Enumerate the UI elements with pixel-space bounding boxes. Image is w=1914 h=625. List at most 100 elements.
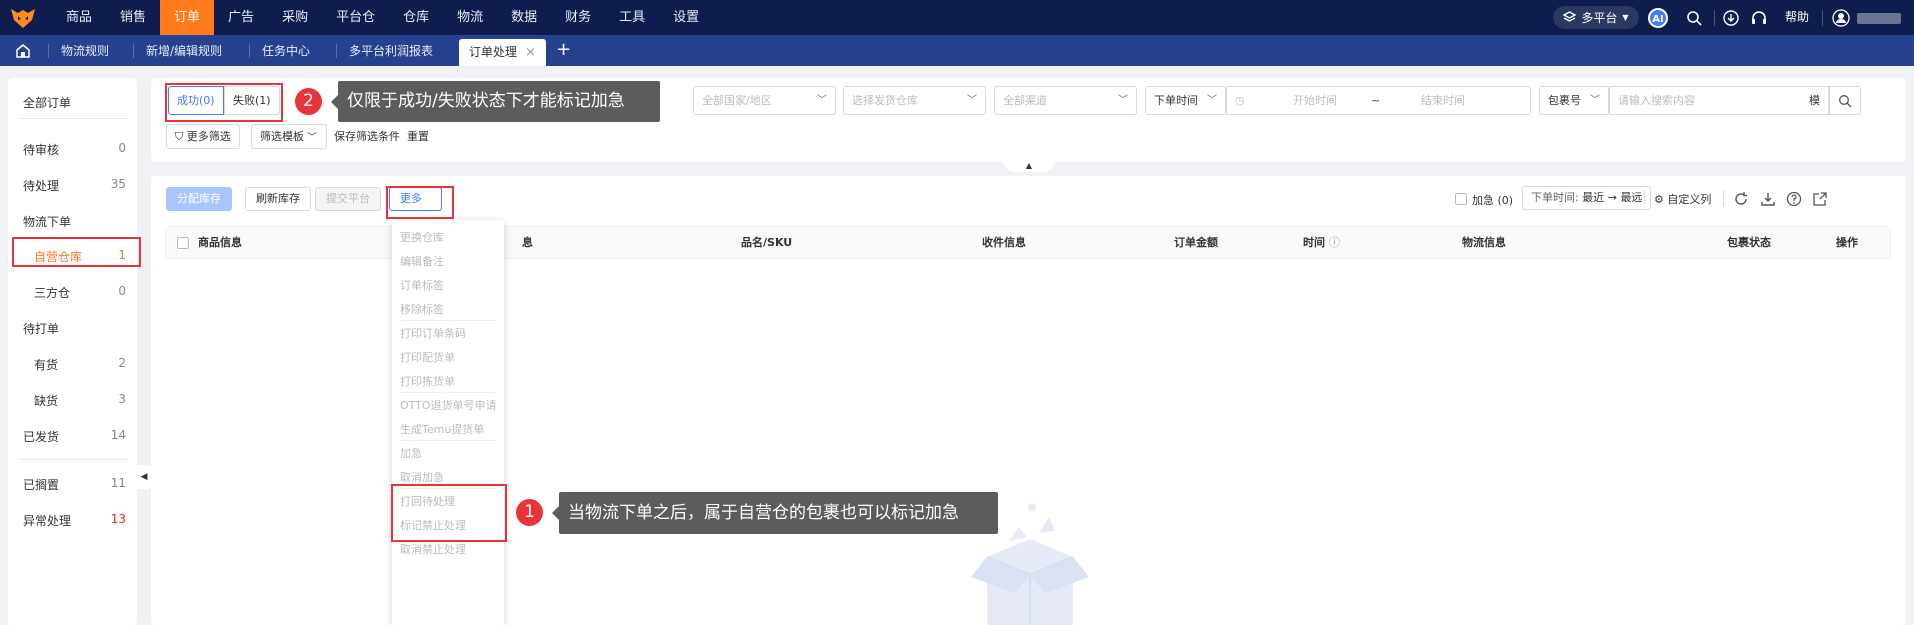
sidebar-item-out-of-stock[interactable]: 缺货 3 — [34, 392, 126, 409]
ai-icon[interactable]: AI — [1648, 8, 1668, 28]
headset-icon[interactable] — [1750, 9, 1768, 27]
nav-item-orders[interactable]: 订单 — [160, 0, 215, 35]
col-time-label: 时间 — [1303, 236, 1325, 249]
urgent-checkbox[interactable] — [1455, 193, 1467, 205]
sidebar-item-label: 异常处理 — [23, 514, 72, 528]
download-icon[interactable] — [1722, 9, 1740, 27]
search-icon[interactable] — [1685, 9, 1703, 27]
sidebar-item-shelved[interactable]: 已搁置 11 — [23, 476, 126, 493]
user-avatar-icon[interactable] — [1832, 9, 1850, 27]
allocate-stock-button[interactable]: 分配库存 — [166, 187, 232, 211]
fullscreen-icon[interactable] — [1812, 191, 1828, 207]
chevron-down-icon: ﹀ — [1118, 95, 1128, 106]
menu-item-print-barcode[interactable]: 打印订单条码 — [400, 325, 466, 341]
divider — [20, 118, 128, 119]
sort-recent[interactable]: 最近 — [1582, 191, 1604, 204]
save-filter-link[interactable]: 保存筛选条件 — [334, 124, 400, 149]
select-all-checkbox[interactable] — [177, 237, 189, 249]
nav-item-settings[interactable]: 设置 — [659, 0, 713, 35]
nav-item-ads[interactable]: 广告 — [214, 0, 268, 35]
close-icon[interactable]: × — [525, 45, 536, 60]
menu-item-cancel-forbid[interactable]: 取消禁止处理 — [400, 541, 466, 557]
warehouse-select[interactable]: 选择发货仓库 ﹀ — [843, 86, 986, 115]
tab-profit-report[interactable]: 多平台利润报表 — [336, 44, 433, 58]
menu-item-change-warehouse[interactable]: 更换仓库 — [400, 229, 444, 245]
export-icon[interactable] — [1760, 191, 1776, 207]
more-actions-dropdown: 更换仓库 编辑备注 订单标签 移除标签 打印订单条码 打印配货单 打印拣货单 O… — [392, 220, 504, 625]
sidebar-item-exception[interactable]: 异常处理 13 — [23, 512, 126, 529]
username-redacted[interactable] — [1857, 13, 1901, 24]
country-select[interactable]: 全部国家/地区 ﹀ — [693, 86, 836, 115]
chevron-down-icon: ﹀ — [817, 95, 827, 106]
col-time: 时间 ⓘ — [1303, 227, 1340, 258]
end-time-placeholder: 结束时间 — [1421, 94, 1465, 107]
nav-item-data[interactable]: 数据 — [497, 0, 551, 35]
sidebar-item-pending-process[interactable]: 待处理 35 — [23, 177, 126, 194]
info-icon[interactable]: ⓘ — [1329, 236, 1340, 249]
sidebar-item-third-warehouse[interactable]: 三方仓 0 — [34, 284, 126, 301]
more-actions-button[interactable]: 更多 ︿ — [389, 187, 442, 227]
menu-item-otto-return[interactable]: OTTO退货单号申请 — [400, 397, 497, 413]
nav-item-sales[interactable]: 销售 — [106, 0, 160, 35]
order-time-sort[interactable]: 下单时间: 最近 → 最远 — [1522, 186, 1652, 210]
menu-item-urgent[interactable]: 加急 — [400, 445, 422, 461]
tab-edit-rules[interactable]: 新增/编辑规则 — [133, 44, 222, 58]
top-navbar: 商品 销售 订单 广告 采购 平台仓 仓库 物流 数据 财务 工具 设置 多平台… — [0, 0, 1914, 35]
sidebar-item-self-warehouse[interactable]: 自营仓库 1 — [34, 248, 126, 265]
menu-item-mark-forbid[interactable]: 标记禁止处理 — [400, 517, 466, 533]
nav-item-logistics[interactable]: 物流 — [443, 0, 497, 35]
collapse-filter-handle[interactable]: ▲ — [1003, 160, 1055, 172]
menu-item-print-picking-list[interactable]: 打印配货单 — [400, 349, 455, 365]
search-type-select[interactable]: 包裹号 ﹀ — [1539, 86, 1609, 115]
date-range-picker[interactable]: ◷ 开始时间 ~ 结束时间 — [1226, 86, 1531, 115]
nav-item-purchase[interactable]: 采购 — [268, 0, 322, 35]
sort-farthest[interactable]: 最远 — [1620, 191, 1642, 204]
time-type-select[interactable]: 下单时间 ﹀ — [1145, 86, 1226, 115]
search-button[interactable] — [1829, 86, 1861, 115]
menu-item-print-pick-list[interactable]: 打印拣货单 — [400, 373, 455, 389]
nav-item-platform-warehouse[interactable]: 平台仓 — [322, 0, 389, 35]
sidebar-item-pending-print[interactable]: 待打单 — [23, 320, 126, 337]
submit-platform-button[interactable]: 提交平台 — [315, 187, 381, 211]
sidebar-item-all-orders[interactable]: 全部订单 — [23, 94, 126, 111]
sidebar-item-label: 已搁置 — [23, 478, 60, 492]
menu-item-temu-pickup[interactable]: 生成Temu提货单 — [400, 421, 484, 437]
reset-link[interactable]: 重置 — [407, 124, 429, 149]
menu-item-order-tag[interactable]: 订单标签 — [400, 277, 444, 293]
menu-item-return-pending[interactable]: 打回待处理 — [400, 493, 455, 509]
nav-item-finance[interactable]: 财务 — [551, 0, 605, 35]
menu-item-remove-tag[interactable]: 移除标签 — [400, 301, 444, 317]
filter-template-select[interactable]: 筛选模板 ﹀ — [251, 124, 327, 149]
help-link[interactable]: 帮助 — [1785, 0, 1809, 35]
nav-item-products[interactable]: 商品 — [52, 0, 106, 35]
sidebar-item-shipped[interactable]: 已发货 14 — [23, 428, 126, 445]
sidebar-item-pending-review[interactable]: 待审核 0 — [23, 141, 126, 158]
sidebar-collapse-toggle[interactable]: ◀ — [137, 465, 151, 489]
sidebar-item-label: 待审核 — [23, 143, 60, 157]
count-badge: 1 — [118, 248, 126, 262]
sidebar-item-logistics-order[interactable]: 物流下单 — [23, 213, 126, 230]
tab-task-center[interactable]: 任务中心 — [249, 44, 310, 58]
platform-switcher[interactable]: 多平台 ▼ — [1553, 6, 1639, 29]
menu-item-cancel-urgent[interactable]: 取消加急 — [400, 469, 444, 485]
status-fail-toggle[interactable]: 失败(1) — [224, 86, 280, 115]
nav-item-tools[interactable]: 工具 — [605, 0, 659, 35]
search-mode-toggle[interactable]: 模 — [1809, 87, 1820, 114]
more-filter-button[interactable]: ⛉ 更多筛选 — [166, 124, 240, 149]
home-icon[interactable] — [15, 43, 31, 58]
custom-columns-button[interactable]: ⚙ 自定义列 — [1654, 191, 1711, 207]
tab-order-processing[interactable]: 订单处理 × — [459, 39, 546, 66]
filter-template-label: 筛选模板 — [260, 130, 304, 143]
menu-item-edit-remark[interactable]: 编辑备注 — [400, 253, 444, 269]
nav-item-warehouse[interactable]: 仓库 — [389, 0, 443, 35]
help-circle-icon[interactable] — [1786, 191, 1802, 207]
refresh-icon[interactable] — [1733, 191, 1749, 207]
logo-icon[interactable] — [10, 7, 36, 29]
refresh-stock-button[interactable]: 刷新库存 — [245, 187, 311, 211]
tab-logistics-rules[interactable]: 物流规则 — [48, 44, 109, 58]
add-tab-icon[interactable]: + — [556, 40, 571, 60]
channel-select[interactable]: 全部渠道 ﹀ — [994, 86, 1137, 115]
status-success-toggle[interactable]: 成功(0) — [168, 86, 224, 115]
sidebar-item-in-stock[interactable]: 有货 2 — [34, 356, 126, 373]
search-input[interactable]: 请输入搜索内容 模 — [1609, 86, 1829, 115]
